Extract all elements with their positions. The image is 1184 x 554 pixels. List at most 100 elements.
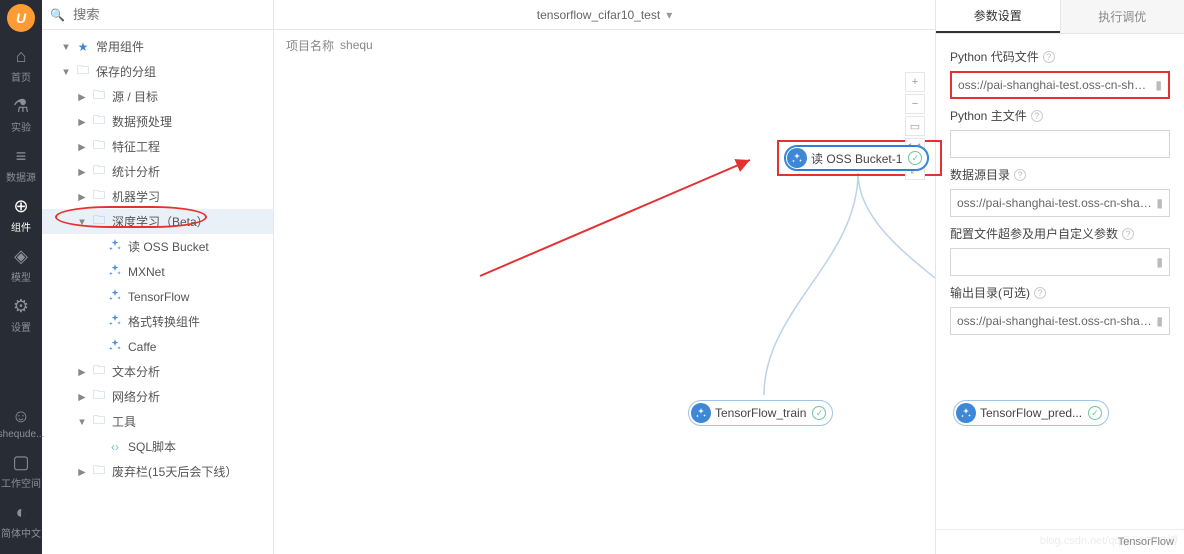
tab-param-settings[interactable]: 参数设置 — [936, 0, 1060, 33]
config-input[interactable] — [957, 255, 1152, 269]
folder-icon: 🗀 — [90, 136, 108, 157]
output-input[interactable] — [957, 314, 1152, 328]
star-icon: ★ — [74, 40, 92, 54]
node-label: TensorFlow_pred... — [980, 406, 1082, 420]
tree-item-data-prep[interactable]: ▶🗀数据预处理 — [42, 109, 273, 134]
nav-components[interactable]: ⊕组件 — [11, 190, 31, 240]
python-code-input[interactable] — [958, 78, 1151, 92]
puzzle-icon: ⊕ — [13, 196, 28, 217]
node-tensorflow-pred[interactable]: TensorFlow_pred...✓ — [953, 400, 1109, 426]
tree-item-network-analysis[interactable]: ▶🗀网络分析 — [42, 384, 273, 409]
node-read-oss-bucket-1[interactable]: 读 OSS Bucket-1✓ — [784, 145, 929, 171]
sparkle-icon — [956, 403, 976, 423]
tree-item-source-target[interactable]: ▶🗀源 / 目标 — [42, 84, 273, 109]
workflow-title: tensorflow_cifar10_test — [537, 8, 660, 22]
zoom-out-button[interactable]: − — [905, 94, 925, 114]
chevron-icon: ▼ — [60, 41, 73, 52]
tree-item-sql-script[interactable]: ‹› SQL脚本 — [42, 434, 273, 459]
tree-item-format-convert[interactable]: 格式转换组件 — [42, 309, 273, 334]
nav-datasource[interactable]: ≡数据源 — [6, 140, 36, 190]
tree-item-tools[interactable]: ▼🗀工具 — [42, 409, 273, 434]
nav-settings-label: 设置 — [11, 319, 31, 334]
search-input[interactable] — [73, 7, 265, 22]
lang-icon: ◐ — [16, 502, 27, 523]
sparkle-icon — [106, 238, 124, 255]
tree-item-stats[interactable]: ▶🗀统计分析 — [42, 159, 273, 184]
tree-item-label: 源 / 目标 — [112, 88, 158, 105]
folder-icon: 🗀 — [90, 361, 108, 382]
sparkle-icon — [106, 288, 124, 305]
tree-item-label: 废弃栏(15天后会下线） — [112, 463, 237, 480]
folder-picker-icon[interactable]: ▮ — [1156, 314, 1163, 328]
chevron-icon: ▶ — [76, 466, 89, 477]
caret-down-icon: ▾ — [666, 8, 672, 22]
fit-button[interactable]: ▭ — [905, 116, 925, 136]
canvas-title-bar[interactable]: tensorflow_cifar10_test ▾ — [274, 0, 935, 30]
chevron-icon: ▶ — [76, 116, 89, 127]
config-field-wrap: ▮ — [950, 248, 1170, 276]
tree-item-label: SQL脚本 — [128, 438, 176, 455]
left-nav: U ⌂首页 ⚗实验 ≡数据源 ⊕组件 ◈模型 ⚙设置 ☺shequde... ▢… — [0, 0, 42, 554]
node-label: 读 OSS Bucket-1 — [811, 150, 902, 167]
prop-tabs: 参数设置 执行调优 — [936, 0, 1184, 34]
nav-home-label: 首页 — [11, 69, 31, 84]
tree-item-label: MXNet — [128, 265, 165, 279]
tree-item-favorites[interactable]: ▼★常用组件 — [42, 34, 273, 59]
nav-user[interactable]: ☺shequde... — [0, 400, 44, 446]
python-main-field-wrap — [950, 130, 1170, 158]
workflow-canvas[interactable]: + − ▭ 1:1 ⤢ 读 OSS Bucket-1✓TensorFlow_tr… — [274, 60, 935, 554]
folder-picker-icon[interactable]: ▮ — [1155, 78, 1162, 92]
tree-item-deprecated[interactable]: ▶🗀废弃栏(15天后会下线） — [42, 459, 273, 484]
tree-item-label: TensorFlow — [128, 290, 189, 304]
tree-item-tensorflow[interactable]: TensorFlow — [42, 284, 273, 309]
help-icon[interactable]: ? — [1014, 169, 1026, 181]
python-code-label: Python 代码文件? — [950, 48, 1170, 65]
tree-item-ml[interactable]: ▶🗀机器学习 — [42, 184, 273, 209]
nav-experiment[interactable]: ⚗实验 — [11, 90, 31, 140]
project-label: 项目名称 — [286, 37, 334, 54]
folder-icon: 🗀 — [74, 61, 92, 82]
tree-item-feature-eng[interactable]: ▶🗀特征工程 — [42, 134, 273, 159]
output-field-wrap: ▮ — [950, 307, 1170, 335]
nav-workspace-label: 工作空间 — [1, 475, 41, 490]
tree-item-mxnet[interactable]: MXNet — [42, 259, 273, 284]
help-icon[interactable]: ? — [1034, 287, 1046, 299]
tree-item-read-oss-bucket[interactable]: 读 OSS Bucket — [42, 234, 273, 259]
help-icon[interactable]: ? — [1043, 51, 1055, 63]
nav-models[interactable]: ◈模型 — [11, 240, 31, 290]
tree-item-text-analysis[interactable]: ▶🗀文本分析 — [42, 359, 273, 384]
tree-item-label: 工具 — [112, 413, 136, 430]
chevron-icon: ▶ — [76, 191, 89, 202]
folder-icon: 🗀 — [90, 186, 108, 207]
tree-item-caffe[interactable]: Caffe — [42, 334, 273, 359]
output-label: 输出目录(可选)? — [950, 284, 1170, 301]
tree-item-label: 统计分析 — [112, 163, 160, 180]
folder-icon: 🗀 — [90, 111, 108, 132]
zoom-in-button[interactable]: + — [905, 72, 925, 92]
chevron-icon: ▼ — [76, 216, 89, 227]
data-dir-input[interactable] — [957, 196, 1152, 210]
tree-item-deep-learning[interactable]: ▼🗀深度学习（Beta） — [42, 209, 273, 234]
folder-picker-icon[interactable]: ▮ — [1156, 255, 1163, 269]
search-icon[interactable]: 🔍 — [50, 8, 65, 22]
nav-language[interactable]: ◐简体中文 — [1, 496, 41, 546]
prop-fields: Python 代码文件? ▮ Python 主文件? 数据源目录? ▮ 配置文件… — [936, 34, 1184, 529]
help-icon[interactable]: ? — [1031, 110, 1043, 122]
nav-models-label: 模型 — [11, 269, 31, 284]
nav-home[interactable]: ⌂首页 — [11, 40, 31, 90]
folder-icon: 🗀 — [90, 411, 108, 432]
folder-picker-icon[interactable]: ▮ — [1156, 196, 1163, 210]
folder-icon: 🗀 — [90, 461, 108, 482]
node-tensorflow-train[interactable]: TensorFlow_train✓ — [688, 400, 833, 426]
nav-workspace[interactable]: ▢工作空间 — [1, 446, 41, 496]
tab-exec-tuning[interactable]: 执行调优 — [1060, 0, 1184, 33]
code-icon: ‹› — [106, 440, 124, 454]
tree-item-label: 机器学习 — [112, 188, 160, 205]
chevron-icon: ▶ — [76, 391, 89, 402]
nav-settings[interactable]: ⚙设置 — [11, 290, 31, 340]
help-icon[interactable]: ? — [1122, 228, 1134, 240]
config-label: 配置文件超参及用户自定义参数? — [950, 225, 1170, 242]
component-tree: ▼★常用组件▼🗀保存的分组▶🗀源 / 目标▶🗀数据预处理▶🗀特征工程▶🗀统计分析… — [42, 30, 273, 554]
tree-item-saved-groups[interactable]: ▼🗀保存的分组 — [42, 59, 273, 84]
python-main-input[interactable] — [957, 137, 1163, 151]
